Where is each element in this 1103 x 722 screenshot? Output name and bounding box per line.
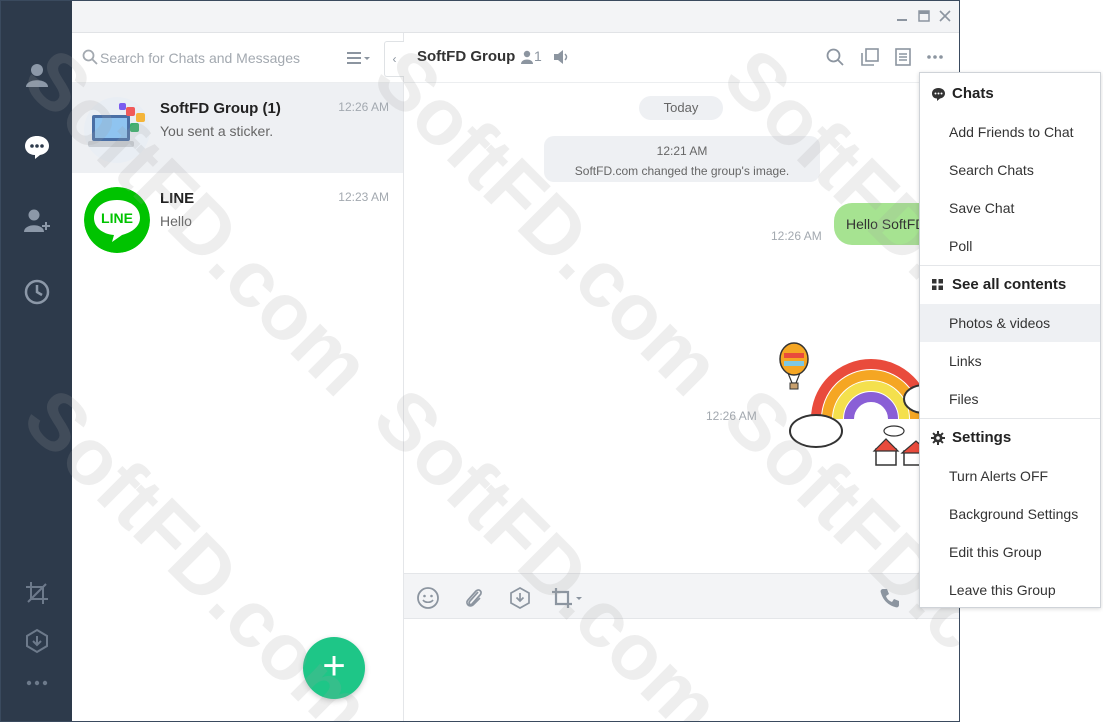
more-nav-button[interactable] [21,667,53,699]
screenshot-tool-button[interactable] [550,586,584,610]
search-bar: ‹ [72,33,404,83]
menu-item-save-chat[interactable]: Save Chat [920,189,1100,227]
download-icon [26,628,48,654]
chat-item-line[interactable]: LINE LINE Hello 12:23 AM [72,173,403,263]
menu-item-files[interactable]: Files [920,380,1100,418]
chat-options-menu: Chats Add Friends to Chat Search Chats S… [919,72,1101,608]
group-image-icon [84,97,150,163]
more-icon [927,55,943,59]
menu-heading-label: Chats [952,85,994,102]
chat-bubble-icon [25,136,49,159]
message-time: 12:26 AM [771,229,822,243]
crop-icon [552,588,582,608]
paperclip-icon [466,589,482,607]
keep-button[interactable] [508,586,532,610]
collapse-list-button[interactable]: ‹ [384,41,404,77]
notes-button[interactable] [893,47,913,67]
list-menu-icon [347,52,370,64]
add-friend-icon [24,209,50,232]
menu-heading-chats: Chats [920,75,1100,113]
chat-preview: You sent a sticker. [160,123,274,139]
menu-item-background-settings[interactable]: Background Settings [920,495,1100,533]
chat-title: SoftFD Group [417,48,516,65]
history-nav-button[interactable] [21,276,53,308]
call-button[interactable] [878,586,902,610]
download-icon [510,587,530,609]
date-separator: Today [639,96,723,120]
add-friend-nav-button[interactable] [21,205,53,237]
minimize-icon [897,19,907,21]
chevron-left-icon: ‹ [392,52,397,66]
speaker-icon[interactable] [553,50,569,64]
list-options-button[interactable] [345,47,373,69]
grid-icon [932,279,943,290]
chat-name: LINE [160,190,195,207]
smiley-icon [417,587,439,609]
chat-name: SoftFD Group (1) [160,100,281,117]
menu-heading-label: Settings [952,429,1012,446]
search-icon [82,49,98,65]
system-message: 12:21 AM SoftFD.com changed the group's … [544,136,820,182]
maximize-button[interactable] [917,9,931,23]
close-button[interactable] [938,9,952,23]
phone-icon [880,589,899,608]
sticker-time: 12:26 AM [706,409,757,423]
menu-item-poll[interactable]: Poll [920,227,1100,265]
chat-header: SoftFD Group 1 [404,33,959,83]
chat-item-softfd-group[interactable]: SoftFD Group (1) You sent a sticker. 12:… [72,83,403,173]
menu-item-links[interactable]: Links [920,342,1100,380]
search-input[interactable] [100,47,340,69]
notes-icon [895,48,911,66]
app-window: ‹ SoftFD Group (1) You sent a sticker. 1… [0,0,960,722]
search-icon [826,48,844,66]
chat-bubble-icon [932,88,945,101]
screenshot-button[interactable] [21,577,53,609]
download-button[interactable] [21,625,53,657]
message-area: Today 12:21 AM SoftFD.com changed the gr… [404,83,959,573]
friends-nav-button[interactable] [21,59,53,91]
line-logo-text: LINE [101,210,133,226]
member-icon [521,50,533,64]
group-avatar [84,97,150,163]
close-icon [939,10,951,22]
chat-search-button[interactable] [825,47,845,67]
crop-icon [26,582,48,604]
attach-file-button[interactable] [462,586,486,610]
menu-heading-label: See all contents [952,276,1067,293]
sidebar [1,1,72,721]
message-input[interactable] [404,619,959,721]
person-icon [26,64,48,87]
more-icon [26,680,48,686]
menu-item-add-friends[interactable]: Add Friends to Chat [920,113,1100,151]
menu-heading-contents: See all contents [920,266,1100,304]
window-toggle-button[interactable] [860,47,880,67]
line-avatar: LINE [84,187,150,253]
title-bar [72,1,959,33]
clock-icon [24,279,50,305]
chat-pane: SoftFD Group 1 Today 12:21 AM SoftFD.com… [404,33,959,721]
chat-time: 12:23 AM [338,190,389,204]
minimize-button[interactable] [895,9,909,23]
copy-window-icon [861,48,879,66]
chat-time: 12:26 AM [338,100,389,114]
emoji-button[interactable] [416,586,440,610]
maximize-icon [918,10,930,22]
message-toolbar [404,573,959,619]
menu-item-photos-videos[interactable]: Photos & videos [920,304,1100,342]
menu-item-turn-alerts-off[interactable]: Turn Alerts OFF [920,457,1100,495]
gear-icon [931,431,945,445]
chats-nav-button[interactable] [21,131,53,163]
menu-heading-settings: Settings [920,419,1100,457]
menu-item-edit-group[interactable]: Edit this Group [920,533,1100,571]
new-chat-button[interactable]: + [303,637,365,699]
chat-preview: Hello [160,213,192,229]
member-count: 1 [534,48,542,64]
menu-item-leave-group[interactable]: Leave this Group [920,571,1100,609]
more-options-button[interactable] [925,47,945,67]
system-message-text: SoftFD.com changed the group's image. [574,164,790,178]
system-message-time: 12:21 AM [656,144,708,158]
chat-list-panel: ‹ SoftFD Group (1) You sent a sticker. 1… [72,33,404,721]
message-composer[interactable] [404,619,959,721]
menu-item-search-chats[interactable]: Search Chats [920,151,1100,189]
